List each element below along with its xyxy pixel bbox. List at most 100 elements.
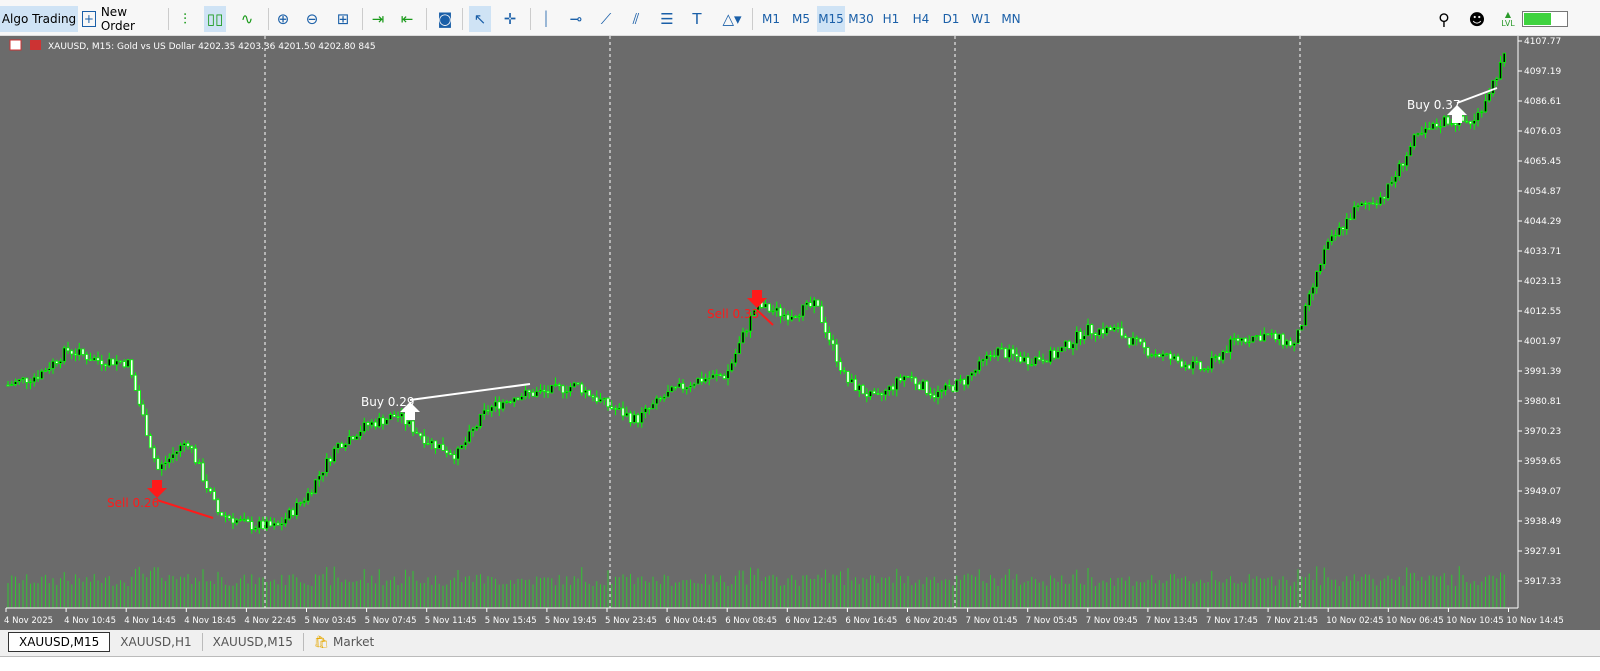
candle	[1483, 94, 1488, 113]
timeframe-h1[interactable]: H1	[877, 6, 905, 32]
candle	[565, 385, 569, 399]
candle	[1270, 329, 1274, 338]
volume-bar	[420, 583, 421, 608]
connection-battery[interactable]	[1522, 11, 1568, 27]
volume-bar	[1061, 575, 1063, 608]
volume-bar	[330, 585, 331, 608]
trade-sell-1[interactable]: Sell 0.26	[107, 480, 214, 519]
volume-bar	[1031, 576, 1033, 608]
candle	[940, 388, 944, 399]
timeframe-m5[interactable]: M5	[787, 6, 815, 32]
candle	[1041, 353, 1045, 365]
candle	[1371, 197, 1375, 205]
candle	[1060, 346, 1064, 353]
chart-properties-icon[interactable]	[30, 40, 41, 50]
timeframe-w1[interactable]: W1	[967, 6, 995, 32]
candle	[508, 400, 513, 405]
volume-bar	[495, 578, 496, 608]
timeframe-d1[interactable]: D1	[937, 6, 965, 32]
volume-bar	[581, 567, 583, 608]
search-icon[interactable]: ⚲	[1433, 6, 1455, 32]
candle	[250, 516, 254, 534]
new-order-button[interactable]: + New Order	[82, 5, 164, 33]
symbol-list-icon[interactable]	[9, 39, 22, 51]
candle	[1420, 126, 1424, 136]
volume-bar	[341, 582, 343, 608]
fibonacci-icon[interactable]: ☰	[656, 6, 678, 32]
equidistant-channel-icon[interactable]: ⫽	[625, 6, 647, 32]
chart-window[interactable]: 4107.77 4097.19 4086.61 4076.03 4065.45 4054.…	[0, 36, 1600, 630]
y-tick-label: 4097.19	[1524, 67, 1561, 77]
candle	[925, 379, 929, 396]
trade-buy-1[interactable]: Buy 0.29	[361, 383, 531, 420]
volume-bar	[333, 566, 335, 608]
volume-bar	[562, 584, 564, 608]
volume-bar	[896, 568, 898, 608]
volume-bar	[1158, 580, 1160, 608]
volume-bar	[783, 585, 785, 608]
tile-windows-icon[interactable]: ⊞	[332, 6, 354, 32]
timeframe-h4[interactable]: H4	[907, 6, 935, 32]
volume-bar	[870, 575, 871, 608]
volume-bar	[1451, 574, 1453, 608]
volume-bar	[176, 579, 178, 608]
candle	[782, 308, 786, 321]
volume-bar	[1383, 578, 1385, 608]
autoscroll-icon[interactable]: ⇤	[396, 6, 418, 32]
crosshair-icon[interactable]: ✛	[499, 6, 521, 32]
volume-bar	[1076, 569, 1078, 608]
candle	[426, 436, 430, 446]
x-tick-label: 6 Nov 20:45	[906, 616, 958, 626]
zoom-out-icon[interactable]: ⊖	[301, 6, 323, 32]
candle	[1033, 356, 1038, 367]
candlestick-icon[interactable]: ▯▯	[204, 6, 226, 32]
signal-level-icon[interactable]: ▲ LVL	[1497, 6, 1519, 32]
y-tick-label: 3959.65	[1524, 457, 1561, 467]
x-tick-label: 10 Nov 02:45	[1326, 616, 1383, 626]
price-chart[interactable]: 4107.77 4097.19 4086.61 4076.03 4065.45 4054.…	[0, 36, 1600, 630]
volume-bar	[708, 584, 710, 608]
text-icon[interactable]: T	[686, 6, 708, 32]
cursor-icon[interactable]: ↖	[469, 6, 491, 32]
candle	[1262, 327, 1266, 343]
candle	[1307, 290, 1311, 312]
timeframe-mn[interactable]: MN	[997, 6, 1025, 32]
x-tick-label: 6 Nov 04:45	[665, 616, 717, 626]
shapes-icon[interactable]: △▾	[721, 6, 743, 32]
bar-chart-icon[interactable]: ⫶	[174, 6, 196, 32]
volume-bar	[877, 583, 879, 608]
candle	[850, 373, 854, 383]
trade-buy-2[interactable]: Buy 0.37	[1407, 87, 1498, 123]
candle	[460, 444, 464, 450]
candle	[865, 388, 869, 403]
horizontal-line-icon[interactable]: ⊸	[565, 6, 587, 32]
line-chart-icon[interactable]: ∿	[236, 6, 258, 32]
volume-bar	[1121, 577, 1123, 608]
tab-market[interactable]: 🛍 Market	[304, 633, 384, 651]
trendline-icon[interactable]: ⟋	[595, 6, 617, 32]
x-tick-label: 7 Nov 09:45	[1086, 616, 1138, 626]
chart-shift-icon[interactable]: ⇥	[367, 6, 389, 32]
volume-bar	[1417, 580, 1419, 608]
timeframe-m1[interactable]: M1	[757, 6, 785, 32]
timeframe-m30[interactable]: M30	[847, 6, 875, 32]
volume-bar	[993, 578, 995, 608]
volume-bar	[60, 578, 61, 608]
candle	[486, 405, 490, 416]
volume-bar	[1338, 585, 1340, 608]
candle	[111, 358, 115, 366]
tab-xauusd-m15[interactable]: XAUUSD,M15	[8, 632, 111, 652]
account-icon[interactable]: ☻	[1466, 6, 1488, 32]
tab-xauusd-h1[interactable]: XAUUSD,H1	[110, 633, 203, 651]
screenshot-icon[interactable]: ◙	[434, 6, 456, 32]
battery-fill	[1524, 13, 1552, 25]
candle	[838, 357, 843, 375]
candle	[6, 381, 10, 387]
algo-trading-button[interactable]: Algo Trading	[0, 6, 78, 32]
tab-xauusd-m15-2[interactable]: XAUUSD,M15	[203, 633, 304, 651]
zoom-in-icon[interactable]: ⊕	[272, 6, 294, 32]
volume-bar	[296, 577, 298, 608]
vertical-line-icon[interactable]: ⏐	[535, 6, 557, 32]
candle	[392, 410, 396, 417]
timeframe-m15[interactable]: M15	[817, 6, 845, 32]
